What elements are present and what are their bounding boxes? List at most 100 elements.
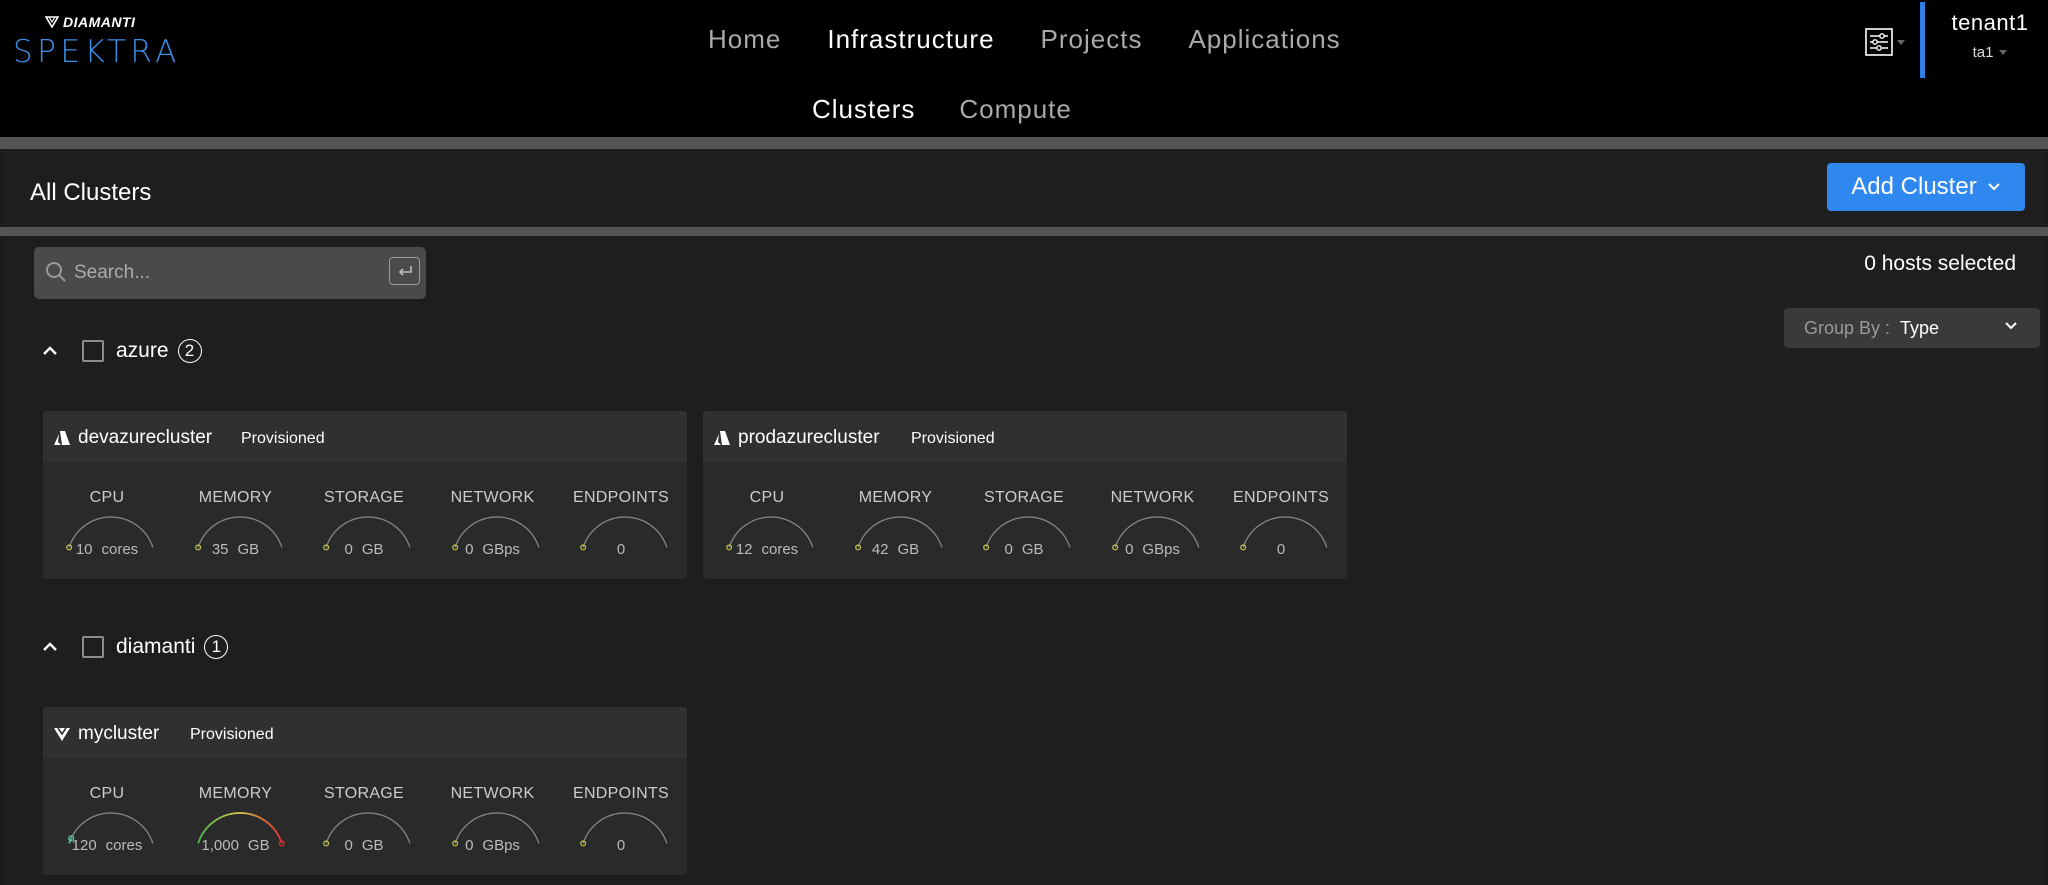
metric-storage: STORAGE 0 GB bbox=[314, 785, 414, 854]
group-count-badge: 1 bbox=[204, 635, 229, 659]
metric-endpoints: ENDPOINTS 0 bbox=[571, 489, 671, 558]
metric-label: MEMORY bbox=[198, 489, 273, 506]
metric-value: 120 cores bbox=[57, 837, 157, 854]
page-title: All Clusters bbox=[30, 179, 152, 206]
group-by-select[interactable]: Group By : Type bbox=[1784, 308, 2040, 348]
chevron-down-icon bbox=[1897, 39, 1905, 45]
add-cluster-label: Add Cluster bbox=[1851, 173, 1977, 200]
cluster-card[interactable]: prodazurecluster Provisioned CPU 12 cores M… bbox=[703, 411, 1347, 579]
metric-value: 0 GBps bbox=[443, 837, 543, 854]
tenant-menu[interactable]: tenant1 ta1 bbox=[1940, 10, 2040, 61]
metric-label: NETWORK bbox=[1110, 489, 1195, 506]
cluster-card-header: devazurecluster Provisioned bbox=[43, 411, 687, 462]
metric-unit: GBps bbox=[482, 837, 520, 854]
top-bar: DIAMANTI SPEKTRA Home Infrastructure Pro… bbox=[0, 0, 2048, 137]
metric-label: MEMORY bbox=[858, 489, 933, 506]
metric-label: STORAGE bbox=[983, 489, 1065, 506]
nav-home[interactable]: Home bbox=[685, 24, 804, 55]
metric-network: NETWORK 0 GBps bbox=[1103, 489, 1203, 558]
group-by-value: Type bbox=[1900, 317, 1940, 338]
metric-number: 0 bbox=[616, 541, 626, 558]
metric-value: 0 bbox=[1231, 541, 1331, 558]
nav-projects[interactable]: Projects bbox=[1018, 24, 1166, 55]
logo[interactable]: DIAMANTI SPEKTRA bbox=[13, 14, 183, 70]
cluster-card[interactable]: mycluster Provisioned CPU 120 cores MEMORY 1… bbox=[43, 707, 687, 875]
page-header: All Clusters Add Cluster bbox=[4, 149, 2044, 227]
brand-name: DIAMANTI bbox=[63, 14, 136, 30]
metric-endpoints: ENDPOINTS 0 bbox=[1231, 489, 1331, 558]
diamanti-logo-icon bbox=[45, 16, 59, 28]
settings-menu-button[interactable] bbox=[1864, 26, 1908, 58]
group-header-diamanti: diamanti 1 bbox=[40, 632, 229, 662]
group-header-azure: azure 2 bbox=[40, 336, 202, 366]
metric-unit: GB bbox=[361, 837, 384, 854]
chevron-down-icon bbox=[2005, 322, 2017, 330]
chevron-down-icon bbox=[1999, 50, 2008, 55]
metric-label: STORAGE bbox=[323, 489, 405, 506]
metric-label: STORAGE bbox=[323, 785, 405, 802]
chevron-up-icon[interactable] bbox=[40, 341, 60, 361]
search-icon bbox=[46, 262, 66, 282]
metric-unit: cores bbox=[761, 541, 799, 558]
cluster-name[interactable]: prodazurecluster bbox=[738, 427, 880, 449]
subnav-clusters[interactable]: Clusters bbox=[790, 94, 937, 125]
subnav-compute[interactable]: Compute bbox=[937, 94, 1094, 125]
metric-value: 1,000 GB bbox=[186, 837, 286, 854]
metric-unit: cores bbox=[105, 837, 143, 854]
metric-value: 12 cores bbox=[717, 541, 817, 558]
cluster-status: Provisioned bbox=[241, 430, 325, 447]
metric-value: 0 bbox=[571, 837, 671, 854]
nav-infrastructure[interactable]: Infrastructure bbox=[804, 24, 1017, 55]
metric-memory: MEMORY 1,000 GB bbox=[186, 785, 286, 854]
sliders-icon bbox=[1865, 28, 1893, 56]
metric-label: ENDPOINTS bbox=[572, 785, 670, 802]
diamanti-icon bbox=[54, 727, 70, 741]
group-checkbox[interactable] bbox=[82, 340, 104, 362]
metric-number: 12 bbox=[735, 541, 753, 558]
enter-key-icon[interactable] bbox=[389, 257, 420, 285]
cluster-card-header: prodazurecluster Provisioned bbox=[703, 411, 1347, 462]
metric-cpu: CPU 120 cores bbox=[57, 785, 157, 854]
metric-number: 0 bbox=[344, 837, 353, 854]
cluster-name[interactable]: devazurecluster bbox=[78, 427, 212, 449]
metric-unit: GB bbox=[897, 541, 920, 558]
metric-value: 0 bbox=[571, 541, 671, 558]
group-count-badge: 2 bbox=[177, 339, 202, 363]
metric-label: MEMORY bbox=[198, 785, 273, 802]
group-checkbox[interactable] bbox=[82, 636, 104, 658]
add-cluster-button[interactable]: Add Cluster bbox=[1827, 163, 2025, 211]
metric-label: NETWORK bbox=[450, 785, 535, 802]
azure-icon bbox=[54, 431, 70, 445]
hosts-selected-count: 0 hosts selected bbox=[1864, 252, 2016, 275]
metric-network: NETWORK 0 GBps bbox=[443, 785, 543, 854]
metric-storage: STORAGE 0 GB bbox=[314, 489, 414, 558]
tenant-name: tenant1 bbox=[1951, 10, 2029, 35]
metric-number: 42 bbox=[871, 541, 889, 558]
metric-memory: MEMORY 42 GB bbox=[846, 489, 946, 558]
metric-number: 0 bbox=[465, 837, 474, 854]
group-name: diamanti bbox=[116, 635, 196, 658]
sub-nav: Clusters Compute bbox=[790, 94, 1094, 125]
search-box[interactable]: Search... bbox=[34, 247, 426, 299]
group-name: azure bbox=[116, 339, 169, 362]
divider bbox=[0, 137, 2048, 149]
product-name: SPEKTRA bbox=[13, 34, 181, 70]
cluster-name[interactable]: mycluster bbox=[78, 723, 159, 745]
metric-number: 10 bbox=[75, 541, 93, 558]
divider bbox=[0, 227, 2048, 236]
metric-value: 42 GB bbox=[846, 541, 946, 558]
search-input[interactable]: Search... bbox=[74, 262, 150, 284]
nav-applications[interactable]: Applications bbox=[1165, 24, 1363, 55]
metric-network: NETWORK 0 GBps bbox=[443, 489, 543, 558]
metric-number: 120 bbox=[71, 837, 97, 854]
metric-unit: GBps bbox=[1142, 541, 1180, 558]
cluster-card[interactable]: devazurecluster Provisioned CPU 10 cores ME… bbox=[43, 411, 687, 579]
metric-number: 0 bbox=[1004, 541, 1013, 558]
chevron-up-icon[interactable] bbox=[40, 637, 60, 657]
metric-number: 35 bbox=[211, 541, 229, 558]
account-switcher[interactable]: ta1 bbox=[1940, 44, 2040, 61]
metric-label: ENDPOINTS bbox=[572, 489, 670, 506]
group-by-label: Group By : bbox=[1804, 317, 1891, 338]
brand-wordmark: DIAMANTI bbox=[45, 14, 135, 30]
metric-number: 0 bbox=[1125, 541, 1134, 558]
